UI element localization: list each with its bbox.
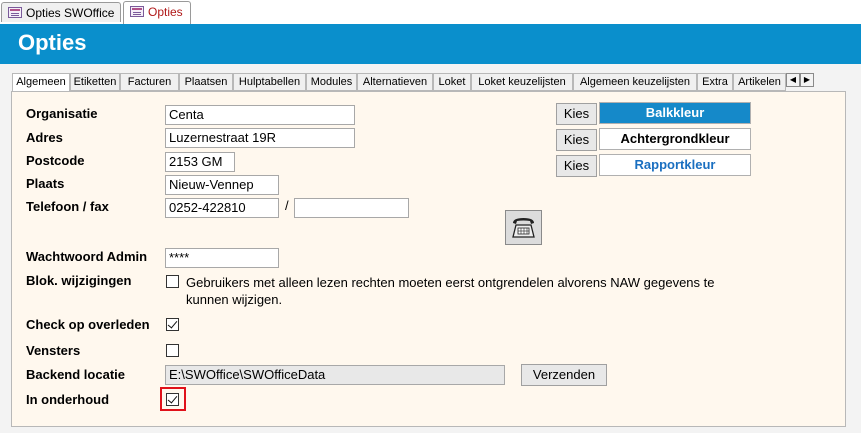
- vensters-label: Vensters: [26, 343, 81, 358]
- telephone-button[interactable]: [505, 210, 542, 245]
- achtergrondkleur-button[interactable]: Achtergrondkleur: [599, 128, 751, 150]
- postcode-label: Postcode: [26, 153, 85, 168]
- tab-etiketten[interactable]: Etiketten: [70, 73, 120, 91]
- doc-tab-label: Opties SWOffice: [26, 6, 115, 20]
- page-title: Opties: [18, 30, 87, 55]
- kies-rapportkleur-button[interactable]: Kies: [556, 155, 597, 177]
- form-icon: [130, 6, 144, 17]
- blok-wijzigingen-description: Gebruikers met alleen lezen rechten moet…: [186, 274, 714, 308]
- backend-locatie-field[interactable]: E:\SWOffice\SWOfficeData: [165, 365, 505, 385]
- tab-loket[interactable]: Loket: [433, 73, 471, 91]
- tab-algemeen-keuzelijsten[interactable]: Algemeen keuzelijsten: [573, 73, 697, 91]
- blok-wijzigingen-checkbox[interactable]: [166, 275, 179, 288]
- verzenden-button[interactable]: Verzenden: [521, 364, 607, 386]
- plaats-label: Plaats: [26, 176, 65, 191]
- kies-achtergrondkleur-button[interactable]: Kies: [556, 129, 597, 151]
- kies-balkkleur-button[interactable]: Kies: [556, 103, 597, 125]
- adres-label: Adres: [26, 130, 63, 145]
- plaats-field[interactable]: Nieuw-Vennep: [165, 175, 279, 195]
- tab-scroll-right-button[interactable]: ▶: [800, 73, 814, 87]
- in-onderhoud-label: In onderhoud: [26, 392, 110, 407]
- tab-artikelen[interactable]: Artikelen: [733, 73, 786, 91]
- blok-wijzigingen-label: Blok. wijzigingen: [26, 273, 132, 288]
- doc-tab-opties[interactable]: Opties: [123, 1, 191, 24]
- tab-facturen[interactable]: Facturen: [120, 73, 179, 91]
- doc-tab-opties-swoffice[interactable]: Opties SWOffice: [1, 2, 121, 22]
- tab-plaatsen[interactable]: Plaatsen: [179, 73, 233, 91]
- vensters-checkbox[interactable]: [166, 344, 179, 357]
- check-overleden-checkbox[interactable]: [166, 318, 179, 331]
- tab-loket-keuzelijsten[interactable]: Loket keuzelijsten: [471, 73, 573, 91]
- organisatie-label: Organisatie: [26, 106, 98, 121]
- blok-wijzigingen-line2: kunnen wijzigen.: [186, 292, 283, 307]
- document-tab-bar: Opties SWOffice Opties: [0, 0, 861, 25]
- telefoon-field[interactable]: 0252-422810: [165, 198, 279, 218]
- rapportkleur-button[interactable]: Rapportkleur: [599, 154, 751, 176]
- tab-algemeen[interactable]: Algemeen: [12, 73, 70, 92]
- backend-locatie-label: Backend locatie: [26, 367, 125, 382]
- in-onderhoud-checkbox[interactable]: [166, 393, 179, 406]
- tab-hulptabellen[interactable]: Hulptabellen: [233, 73, 306, 91]
- adres-field[interactable]: Luzernestraat 19R: [165, 128, 355, 148]
- telefoon-fax-separator: /: [285, 198, 289, 213]
- tab-extra[interactable]: Extra: [697, 73, 733, 91]
- doc-tab-label: Opties: [148, 5, 183, 19]
- blok-wijzigingen-line1: Gebruikers met alleen lezen rechten moet…: [186, 275, 715, 290]
- tab-alternatieven[interactable]: Alternatieven: [357, 73, 433, 91]
- organisatie-field[interactable]: Centa: [165, 105, 355, 125]
- check-overleden-label: Check op overleden: [26, 317, 150, 332]
- form-icon: [8, 7, 22, 18]
- wachtwoord-admin-field[interactable]: ****: [165, 248, 279, 268]
- telefoon-label: Telefoon / fax: [26, 199, 109, 214]
- wachtwoord-label: Wachtwoord Admin: [26, 249, 148, 264]
- telephone-icon: [512, 218, 535, 238]
- balkkleur-button[interactable]: Balkkleur: [599, 102, 751, 124]
- tab-modules[interactable]: Modules: [306, 73, 357, 91]
- postcode-field[interactable]: 2153 GM: [165, 152, 235, 172]
- tab-scroll-left-button[interactable]: ◀: [786, 73, 800, 87]
- form-header: [0, 24, 861, 64]
- fax-field[interactable]: [294, 198, 409, 218]
